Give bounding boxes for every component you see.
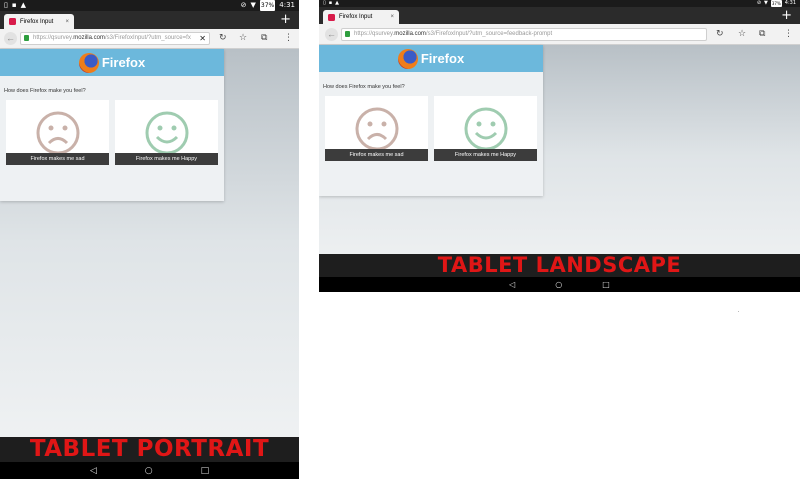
page-content: Firefox How does Firefox make you feel? … [0,49,299,479]
sad-button[interactable]: Firefox makes me sad [6,153,109,165]
reload-icon[interactable]: ↻ [219,32,227,45]
url-prefix: https://qsurvey. [354,31,395,37]
url-domain: mozilla.com [73,35,105,41]
battery-icon: 37% [259,0,276,11]
back-nav-icon[interactable]: ◁ [90,466,97,476]
tab-title: Firefox Input [20,18,54,25]
battery-icon: 37% [770,0,782,7]
happy-button[interactable]: Firefox makes me Happy [434,149,537,161]
recents-nav-icon[interactable]: □ [602,280,610,289]
survey-header: Firefox [319,45,543,72]
survey-card: Firefox How does Firefox make you feel? … [319,45,543,196]
happy-face-icon [464,107,507,150]
tab-strip: Firefox Input × + [319,7,800,24]
nav-bar: ◁ ○ □ [319,277,800,292]
dnd-icon: ⊘ [756,0,762,6]
reload-icon[interactable]: ↻ [716,28,724,41]
tabs-icon[interactable]: ⧉ [261,32,267,45]
back-button[interactable]: ← [325,28,338,41]
caption-portrait: TABLET PORTRAIT [0,437,299,462]
brand-name: Firefox [101,55,146,70]
warning-icon: ▲ [335,0,340,6]
sim-icon: ▯ [4,1,8,9]
tab-firefox-input[interactable]: Firefox Input × [4,14,74,29]
address-bar: ← https://qsurvey.mozilla.com/s3/Firefox… [0,29,299,49]
status-bar: ▯ ▪ ▲ ⊘ ▼ 37% 4:31 [0,0,299,11]
url-domain: mozilla.com [394,31,426,37]
lock-icon [345,31,350,37]
back-button[interactable]: ← [4,32,17,45]
close-tab-button[interactable]: × [65,19,69,25]
tablet-landscape-screenshot: ▯ ▪ ▲ ⊘ ▼ 37% 4:31 Firefox Input × + ← h… [319,0,800,292]
home-nav-icon[interactable]: ○ [145,466,153,476]
survey-question: How does Firefox make you feel? [4,88,86,94]
back-nav-icon[interactable]: ◁ [509,280,515,289]
clear-url-button[interactable]: ✕ [199,33,206,44]
url-prefix: https://qsurvey. [33,35,74,41]
status-bar: ▯ ▪ ▲ ⊘ ▼ 37% 4:31 [319,0,800,7]
tab-firefox-input[interactable]: Firefox Input × [323,10,399,24]
nav-bar: ◁ ○ □ [0,462,299,479]
warning-icon: ▲ [20,1,26,9]
firefox-logo-icon [78,52,99,73]
notification-icon: ▪ [11,1,17,9]
url-path: /s3/FirefoxInput/?utm_source=fx [104,35,191,41]
sad-button[interactable]: Firefox makes me sad [325,149,428,161]
tablet-portrait-screenshot: ▯ ▪ ▲ ⊘ ▼ 37% 4:31 Firefox Input × + ← h… [0,0,299,479]
wifi-icon: ▼ [764,0,768,6]
stray-pixel [738,311,739,312]
favicon-icon [9,18,16,25]
clock: 4:31 [279,1,295,9]
star-icon[interactable]: ☆ [239,32,247,45]
tab-strip: Firefox Input × + [0,11,299,29]
happy-button[interactable]: Firefox makes me Happy [115,153,218,165]
menu-icon[interactable]: ⋮ [784,28,793,41]
new-tab-button[interactable]: + [280,11,291,28]
survey-card: Firefox How does Firefox make you feel? … [0,49,224,201]
happy-face-icon [145,111,188,154]
star-icon[interactable]: ☆ [738,28,746,41]
new-tab-button[interactable]: + [781,7,792,24]
recents-nav-icon[interactable]: □ [201,466,210,476]
close-tab-button[interactable]: × [390,14,394,20]
brand-name: Firefox [420,51,465,66]
survey-header: Firefox [0,49,224,76]
dnd-icon: ⊘ [240,1,247,9]
lock-icon [24,35,29,41]
url-field[interactable]: https://qsurvey.mozilla.com/s3/FirefoxIn… [341,28,707,41]
survey-question: How does Firefox make you feel? [323,84,405,90]
wifi-icon: ▼ [250,1,256,9]
clock: 4:31 [784,0,796,6]
firefox-logo-icon [397,48,418,69]
url-field[interactable]: https://qsurvey.mozilla.com/s3/FirefoxIn… [20,32,210,45]
sad-face-icon [36,111,79,154]
tab-title: Firefox Input [339,14,373,20]
address-bar: ← https://qsurvey.mozilla.com/s3/Firefox… [319,24,800,45]
favicon-icon [328,13,335,21]
caption-landscape: TABLET LANDSCAPE [319,254,800,277]
sad-face-icon [355,107,398,150]
menu-icon[interactable]: ⋮ [284,32,293,45]
notification-icon: ▪ [328,0,333,6]
url-path: /s3/FirefoxInput/?utm_source=feedback-pr… [425,31,553,37]
sim-icon: ▯ [323,0,326,6]
tabs-icon[interactable]: ⧉ [759,28,765,41]
home-nav-icon[interactable]: ○ [555,280,562,289]
